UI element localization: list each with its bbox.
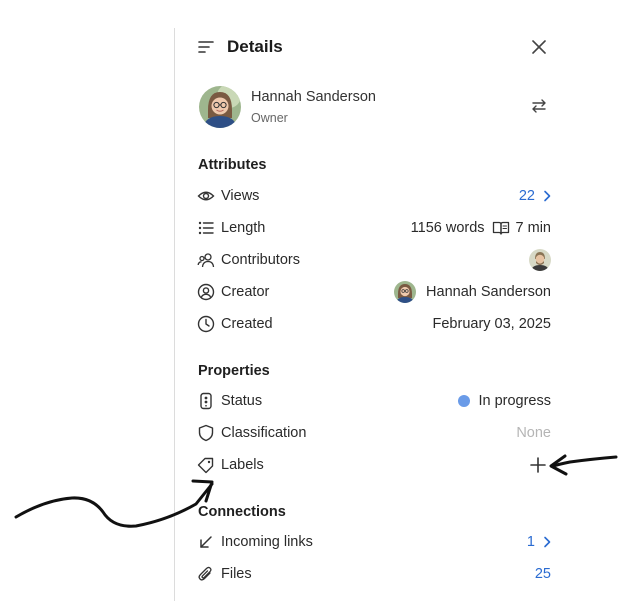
avatar: [199, 86, 241, 128]
paperclip-icon: [197, 565, 215, 583]
contributors-row: Contributors: [197, 246, 551, 274]
contributors-label: Contributors: [221, 252, 300, 268]
close-button[interactable]: [527, 35, 551, 59]
labels-row: Labels: [197, 451, 551, 479]
files-label: Files: [221, 566, 252, 582]
panel-header: Details: [197, 34, 551, 60]
files-row[interactable]: Files 25: [197, 560, 551, 588]
views-label: Views: [221, 188, 260, 204]
status-text: In progress: [478, 393, 551, 409]
owner-name: Hannah Sanderson: [251, 89, 376, 105]
read-time: 7 min: [515, 220, 551, 236]
contributor-avatar[interactable]: [529, 249, 551, 271]
classification-label: Classification: [221, 425, 307, 441]
creator-label: Creator: [221, 284, 270, 300]
arrow-down-left-icon: [197, 533, 215, 551]
status-label: Status: [221, 393, 263, 409]
views-row[interactable]: Views 22: [197, 182, 551, 210]
list-icon: [197, 219, 215, 237]
eye-icon: [197, 187, 215, 205]
attributes-heading: Attributes: [198, 157, 267, 173]
created-label: Created: [221, 316, 273, 332]
creator-avatar: [394, 281, 417, 303]
book-icon: [492, 220, 510, 236]
chevron-right-icon: [543, 536, 551, 548]
created-row: Created February 03, 2025: [197, 310, 551, 338]
creator-name: Hannah Sanderson: [426, 284, 551, 300]
owner-role: Owner: [251, 111, 288, 125]
close-icon: [532, 40, 546, 54]
chevron-right-icon: [543, 190, 551, 202]
classification-value[interactable]: None: [516, 425, 551, 441]
panel-title: Details: [227, 37, 283, 56]
status-row[interactable]: Status In progress: [197, 387, 551, 415]
creator-row: Creator Hannah Sanderson: [197, 278, 551, 306]
incoming-links-row[interactable]: Incoming links 1: [197, 528, 551, 556]
files-count[interactable]: 25: [535, 566, 551, 582]
created-date: February 03, 2025: [432, 316, 552, 332]
status-value[interactable]: In progress: [458, 393, 551, 409]
properties-heading: Properties: [198, 363, 270, 379]
swap-icon: [532, 99, 546, 113]
shield-icon: [197, 424, 215, 442]
creator-value[interactable]: Hannah Sanderson: [394, 281, 551, 303]
add-label-button[interactable]: [530, 457, 546, 473]
views-value[interactable]: 22: [519, 188, 551, 204]
classification-row[interactable]: Classification None: [197, 419, 551, 447]
incoming-links-value[interactable]: 1: [527, 534, 551, 550]
word-count: 1156 words: [410, 220, 485, 236]
clock-icon: [197, 315, 215, 333]
connections-heading: Connections: [198, 504, 286, 520]
incoming-links-label: Incoming links: [221, 534, 313, 550]
tag-icon: [197, 456, 215, 474]
labels-label: Labels: [221, 457, 264, 473]
details-panel: Details Hannah Sanderson Owner Attribute…: [175, 0, 575, 601]
people-icon: [197, 251, 215, 269]
owner-card: Hannah Sanderson Owner: [197, 84, 551, 128]
length-row: Length 1156 words 7 min: [197, 214, 551, 242]
contributors-value[interactable]: [529, 249, 551, 271]
length-label: Length: [221, 220, 266, 236]
plus-icon: [530, 457, 546, 473]
length-value: 1156 words 7 min: [411, 220, 551, 236]
incoming-links-count: 1: [526, 534, 535, 550]
menu-lines-icon[interactable]: [197, 38, 215, 56]
views-count: 22: [518, 188, 535, 204]
status-icon: [197, 392, 215, 410]
swap-owner-button[interactable]: [527, 94, 551, 118]
status-dot: [458, 395, 471, 407]
user-circle-icon: [197, 283, 215, 301]
